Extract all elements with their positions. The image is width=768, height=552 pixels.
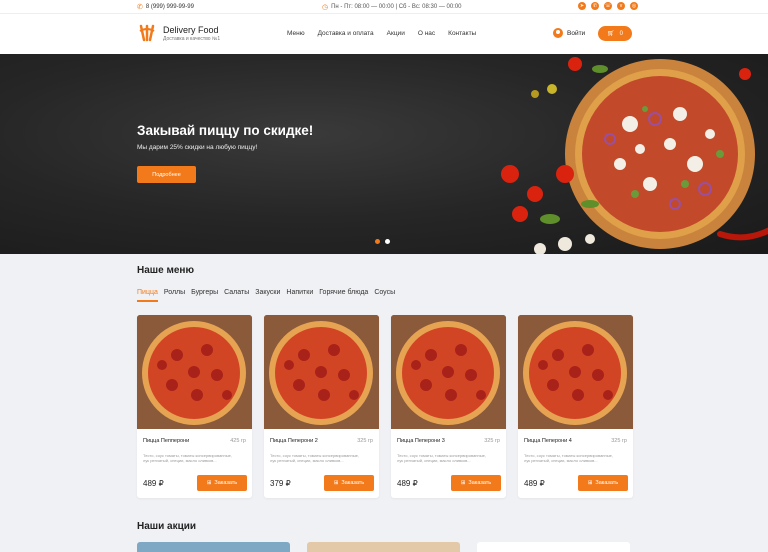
product-image[interactable]	[391, 315, 506, 429]
viber-icon[interactable]: ☏	[604, 2, 612, 10]
whatsapp-icon[interactable]: ✆	[591, 2, 599, 10]
phone-contact[interactable]: ✆ 8 (999) 999-99-99	[137, 3, 194, 11]
order-label: Заказать	[468, 480, 492, 486]
order-label: Заказать	[214, 480, 238, 486]
promo-card[interactable]	[307, 542, 460, 552]
basket-icon: ⊞	[206, 480, 212, 486]
product-list: Пицца Пепперони 425 гр Тесто, соус томат…	[137, 315, 633, 498]
product-description: Тесто, соус томаты, томаты консервирован…	[143, 453, 232, 463]
product-weight: 425 гр	[230, 438, 246, 444]
nav-item-contacts[interactable]: Контакты	[448, 30, 476, 37]
cart-count: 0	[619, 30, 623, 37]
logo-subtitle: Доставка и качество №1	[163, 35, 221, 42]
social-links: ➤ ✆ ☏ v ◎	[578, 2, 638, 10]
order-button[interactable]: ⊞ Заказать	[324, 475, 374, 491]
login-label: Войти	[567, 29, 586, 37]
site-header: Delivery Food Доставка и качество №1 Мен…	[0, 14, 768, 54]
product-description: Тесто, соус томаты, томаты консервирован…	[524, 453, 613, 463]
nav-item-about[interactable]: О нас	[418, 30, 435, 37]
tab-pizza[interactable]: Пицца	[137, 289, 158, 302]
product-weight: 325 гр	[357, 438, 373, 444]
product-weight: 325 гр	[611, 438, 627, 444]
product-card[interactable]: Пицца Пепперони 425 гр Тесто, соус томат…	[137, 315, 252, 498]
tab-salads[interactable]: Салаты	[224, 289, 249, 302]
tab-hot-dishes[interactable]: Горячие блюда	[319, 289, 368, 302]
menu-section-title: Наше меню	[137, 265, 194, 276]
order-button[interactable]: ⊞ Заказать	[578, 475, 628, 491]
phone-icon: ✆	[137, 4, 143, 11]
product-description: Тесто, соус томаты, томаты консервирован…	[270, 453, 359, 463]
promo-card[interactable]	[137, 542, 290, 552]
order-button[interactable]: ⊞ Заказать	[197, 475, 247, 491]
tab-sauces[interactable]: Соусы	[374, 289, 395, 302]
hero-pizza-image	[501, 57, 768, 254]
basket-icon: ⊞	[460, 480, 466, 486]
slider-dot-1[interactable]	[375, 239, 380, 244]
logo-title: Delivery Food	[163, 24, 219, 35]
product-name: Пицца Пеперони 2	[270, 438, 318, 444]
product-weight: 325 гр	[484, 438, 500, 444]
top-bar: ✆ 8 (999) 999-99-99 ◷ Пн - Пт: 08:00 — 0…	[0, 0, 768, 14]
product-name: Пицца Пеперони 4	[524, 438, 572, 444]
product-card[interactable]: Пицца Пеперони 3 325 гр Тесто, соус тома…	[391, 315, 506, 498]
hero-more-button[interactable]: Подробнее	[137, 166, 196, 183]
basket-icon: ⊞	[587, 480, 593, 486]
hero-banner: Закывай пиццу по скидке! Мы дарим 25% ск…	[0, 54, 768, 254]
product-image[interactable]	[518, 315, 633, 429]
nav-item-delivery[interactable]: Доставка и оплата	[318, 30, 374, 37]
nav-item-menu[interactable]: Меню	[287, 30, 305, 37]
cart-icon: 🛒︎	[607, 31, 615, 37]
instagram-icon[interactable]: ◎	[630, 2, 638, 10]
promo-card[interactable]	[477, 542, 630, 552]
hero-subtitle: Мы дарим 25% скидки на любую пиццу!	[137, 144, 258, 151]
logo-icon	[139, 24, 155, 42]
cart-button[interactable]: 🛒︎ 0	[598, 26, 632, 41]
product-image[interactable]	[264, 315, 379, 429]
product-price: 489 ₽	[143, 479, 164, 488]
vk-icon[interactable]: v	[617, 2, 625, 10]
product-card[interactable]: Пицца Пеперони 2 325 гр Тесто, соус тома…	[264, 315, 379, 498]
product-card[interactable]: Пицца Пеперони 4 325 гр Тесто, соус тома…	[518, 315, 633, 498]
main-nav: Меню Доставка и оплата Акции О нас Конта…	[287, 30, 476, 37]
nav-item-promotions[interactable]: Акции	[387, 30, 405, 37]
product-image[interactable]	[137, 315, 252, 429]
product-price: 379 ₽	[270, 479, 291, 488]
basket-icon: ⊞	[333, 480, 339, 486]
tab-burgers[interactable]: Бургеры	[191, 289, 218, 302]
logo[interactable]: Delivery Food Доставка и качество №1	[137, 23, 220, 43]
order-label: Заказать	[341, 480, 365, 486]
order-button[interactable]: ⊞ Заказать	[451, 475, 501, 491]
product-description: Тесто, соус томаты, томаты консервирован…	[397, 453, 486, 463]
tab-drinks[interactable]: Напитки	[286, 289, 313, 302]
login-button[interactable]: Войти	[553, 28, 585, 38]
order-label: Заказать	[595, 480, 619, 486]
product-price: 489 ₽	[397, 479, 418, 488]
menu-tabs: Пицца Роллы Бургеры Салаты Закуски Напит…	[137, 289, 395, 302]
slider-dots	[375, 239, 390, 244]
tab-snacks[interactable]: Закуски	[255, 289, 280, 302]
user-icon	[553, 28, 563, 38]
product-price: 489 ₽	[524, 479, 545, 488]
tab-rolls[interactable]: Роллы	[164, 289, 185, 302]
slider-dot-2[interactable]	[385, 239, 390, 244]
phone-number[interactable]: 8 (999) 999-99-99	[146, 4, 194, 10]
clock-icon: ◷	[322, 4, 329, 11]
product-name: Пицца Пепперони	[143, 438, 190, 444]
hours-text: Пн - Пт: 08:00 — 00:00 | Сб - Вс: 08:30 …	[331, 4, 462, 10]
working-hours: ◷ Пн - Пт: 08:00 — 00:00 | Сб - Вс: 08:3…	[322, 3, 462, 11]
hero-title: Закывай пиццу по скидке!	[137, 123, 314, 138]
promo-section-title: Наши акции	[137, 521, 197, 532]
product-name: Пицца Пеперони 3	[397, 438, 445, 444]
telegram-icon[interactable]: ➤	[578, 2, 586, 10]
